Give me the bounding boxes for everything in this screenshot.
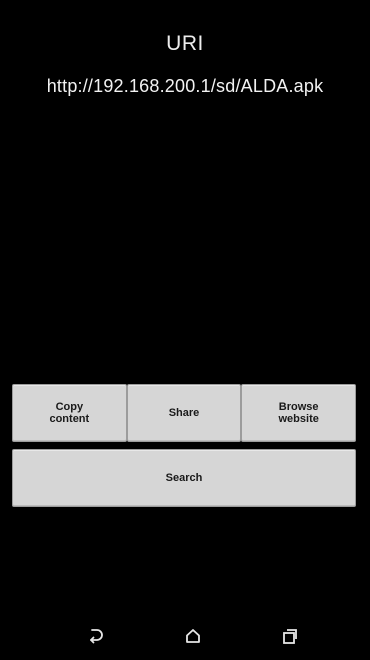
result-screen: URI http://192.168.200.1/sd/ALDA.apk Cop… — [0, 0, 370, 660]
home-icon — [186, 629, 200, 643]
back-icon — [90, 629, 103, 644]
uri-text[interactable]: http://192.168.200.1/sd/ALDA.apk — [0, 76, 370, 97]
browse-website-button[interactable]: Browse website — [241, 384, 357, 442]
home-button[interactable] — [173, 620, 213, 652]
content-type-title: URI — [166, 32, 204, 55]
action-buttons: Copy content Share Browse website Search — [12, 384, 357, 507]
action-row-top: Copy content Share Browse website — [12, 384, 357, 442]
recents-button[interactable] — [270, 620, 310, 652]
share-button[interactable]: Share — [126, 384, 242, 442]
recents-icon — [283, 629, 297, 644]
copy-content-button[interactable]: Copy content — [12, 384, 127, 442]
back-button[interactable] — [76, 620, 116, 652]
system-nav-bar — [0, 612, 370, 660]
search-button[interactable]: Search — [12, 449, 356, 507]
